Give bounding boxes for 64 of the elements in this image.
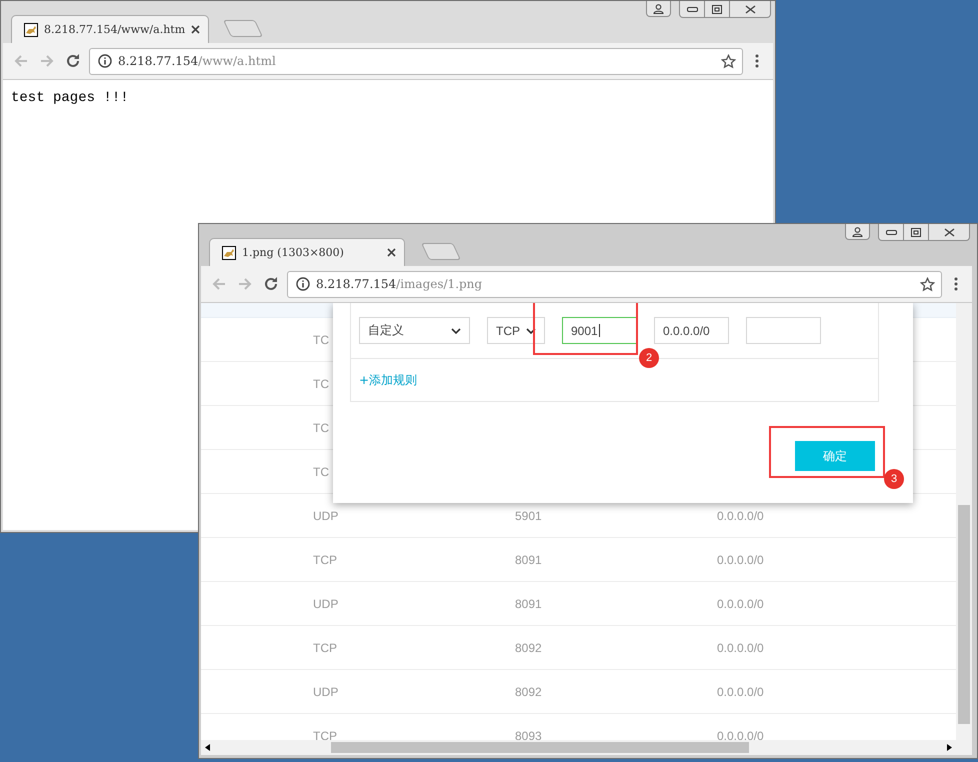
table-cell: 0.0.0.0/0: [717, 640, 764, 654]
minimize-icon: [886, 230, 896, 234]
table-cell: UDP: [313, 684, 338, 698]
vertical-scrollbar[interactable]: [956, 303, 972, 740]
table-cell: TCP: [313, 640, 337, 654]
url-text: 8.218.77.154/www/a.html: [118, 54, 277, 68]
horizontal-scrollbar[interactable]: [201, 740, 972, 755]
table-cell: 8091: [515, 552, 542, 566]
star-icon[interactable]: [920, 276, 935, 292]
table-cell: 0.0.0.0/0: [717, 684, 764, 698]
close-icon[interactable]: [387, 248, 396, 257]
table-cell: TC: [313, 332, 329, 346]
table-cell: TC: [313, 376, 329, 390]
info-icon: [296, 277, 310, 291]
address-bar[interactable]: 8.218.77.154/images/1.png: [287, 270, 942, 298]
address-bar[interactable]: 8.218.77.154/www/a.html: [89, 48, 743, 74]
table-cell: 5901: [515, 508, 542, 522]
scroll-left-icon[interactable]: [205, 744, 210, 751]
table-cell: UDP: [313, 596, 338, 610]
reload-icon[interactable]: [65, 53, 81, 69]
table-cell: TCP: [313, 728, 337, 740]
table-cell: 0.0.0.0/0: [717, 596, 764, 610]
table-cell: 0.0.0.0/0: [717, 728, 764, 740]
info-icon: [98, 54, 112, 68]
type-select[interactable]: 自定义: [359, 317, 470, 344]
reload-icon[interactable]: [263, 276, 279, 292]
chevron-icon: [526, 328, 536, 334]
table-cell: 8091: [515, 596, 542, 610]
url-text: 8.218.77.154/images/1.png: [316, 277, 484, 291]
star-icon[interactable]: [721, 54, 736, 68]
step-badge: 3: [884, 469, 904, 489]
text-cursor: [598, 324, 600, 337]
table-cell: 8093: [515, 728, 542, 740]
scroll-right-icon[interactable]: [947, 744, 952, 751]
user-button[interactable]: [845, 224, 870, 240]
user-icon: [852, 226, 863, 236]
input-field[interactable]: [746, 317, 821, 344]
close-icon: [744, 4, 756, 14]
table-cell: TCP: [313, 552, 337, 566]
table-cell: TC: [313, 420, 329, 434]
table-cell: 8092: [515, 684, 542, 698]
tab-title: 1.png (1303×800): [242, 246, 345, 259]
source-field[interactable]: 0.0.0.0/0: [654, 317, 729, 344]
tab-title: 8.218.77.154/www/a.htm: [44, 23, 186, 36]
step-badge: 2: [639, 348, 659, 368]
close-icon: [944, 228, 954, 236]
animal-icon: [222, 246, 236, 260]
table-cell: 0.0.0.0/0: [717, 508, 764, 522]
page-text: test pages !!!: [11, 90, 129, 106]
maximize-icon: [911, 228, 921, 236]
user-button[interactable]: [646, 1, 671, 17]
user-icon: [653, 4, 664, 14]
minimize-icon: [686, 6, 698, 12]
browser-tab[interactable]: 1.png (1303×800): [209, 238, 405, 266]
maximize-icon: [712, 4, 722, 14]
table-cell: TC: [313, 464, 329, 478]
close-icon[interactable]: [191, 25, 200, 34]
protocol-select[interactable]: TCP: [487, 317, 545, 344]
animal-icon: [24, 22, 38, 36]
browser-tab[interactable]: 8.218.77.154/www/a.htm: [11, 15, 210, 43]
table-cell: UDP: [313, 508, 338, 522]
chevron-icon: [451, 328, 461, 334]
table-cell: 0.0.0.0/0: [717, 552, 764, 566]
table-cell: 8092: [515, 640, 542, 654]
